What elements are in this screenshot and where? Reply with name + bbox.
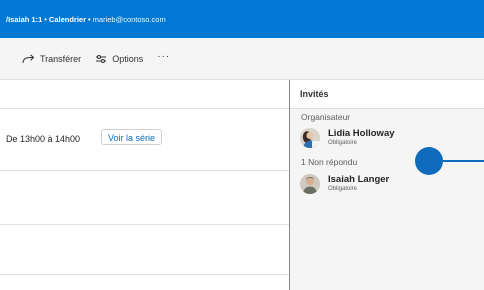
attendee-role: Obligatoire xyxy=(328,140,358,146)
attendee-item-isaiah-langer[interactable]: Isaiah Langer Obligatoire xyxy=(300,174,480,196)
title-separator: • xyxy=(88,14,91,24)
forward-arrow-icon xyxy=(22,53,35,63)
options-sliders-icon xyxy=(96,54,107,63)
avatar xyxy=(300,174,320,194)
divider xyxy=(0,108,289,109)
options-label: Options xyxy=(112,53,144,64)
window-title-bar: /Isaiah 1:1 • Calendrier • marieb@contos… xyxy=(0,0,484,38)
forward-label: Transférer xyxy=(40,53,82,64)
event-details-panel: De 13h00 à 14h00 Voir la série xyxy=(0,80,290,290)
app-name: Calendrier xyxy=(48,14,87,24)
attendee-name: Lidia Holloway xyxy=(328,128,395,139)
options-button[interactable]: Options xyxy=(95,54,143,64)
attendees-title: Invités xyxy=(300,89,329,99)
forward-button[interactable]: Transférer xyxy=(22,54,81,64)
event-time: De 13h00 à 14h00 xyxy=(6,134,81,144)
no-response-section-label: 1 Non répondu xyxy=(301,157,358,167)
event-title: /Isaiah 1:1 xyxy=(6,14,43,24)
divider xyxy=(0,274,289,275)
more-options-button[interactable]: ··· xyxy=(157,51,170,62)
avatar xyxy=(300,128,320,148)
callout-marker-line xyxy=(442,160,484,162)
command-toolbar: Transférer Options ··· xyxy=(0,38,484,80)
attendees-pane: Invités Organisateur Lidia Holloway Obli… xyxy=(290,80,484,290)
divider xyxy=(0,224,289,225)
attendees-header: Invités xyxy=(290,80,484,109)
more-ellipsis-icon: ··· xyxy=(157,51,171,62)
organizer-section-label: Organisateur xyxy=(301,112,351,122)
view-series-button[interactable]: Voir la série xyxy=(101,129,163,145)
attendee-item-lidia-holloway[interactable]: Lidia Holloway Obligatoire xyxy=(300,128,480,150)
title-separator: • xyxy=(44,14,47,24)
attendee-name: Isaiah Langer xyxy=(328,174,390,185)
divider xyxy=(0,170,289,171)
attendee-role: Obligatoire xyxy=(328,186,358,192)
callout-marker-dot xyxy=(415,147,443,175)
account-email: marieb@contoso.com xyxy=(92,14,166,24)
